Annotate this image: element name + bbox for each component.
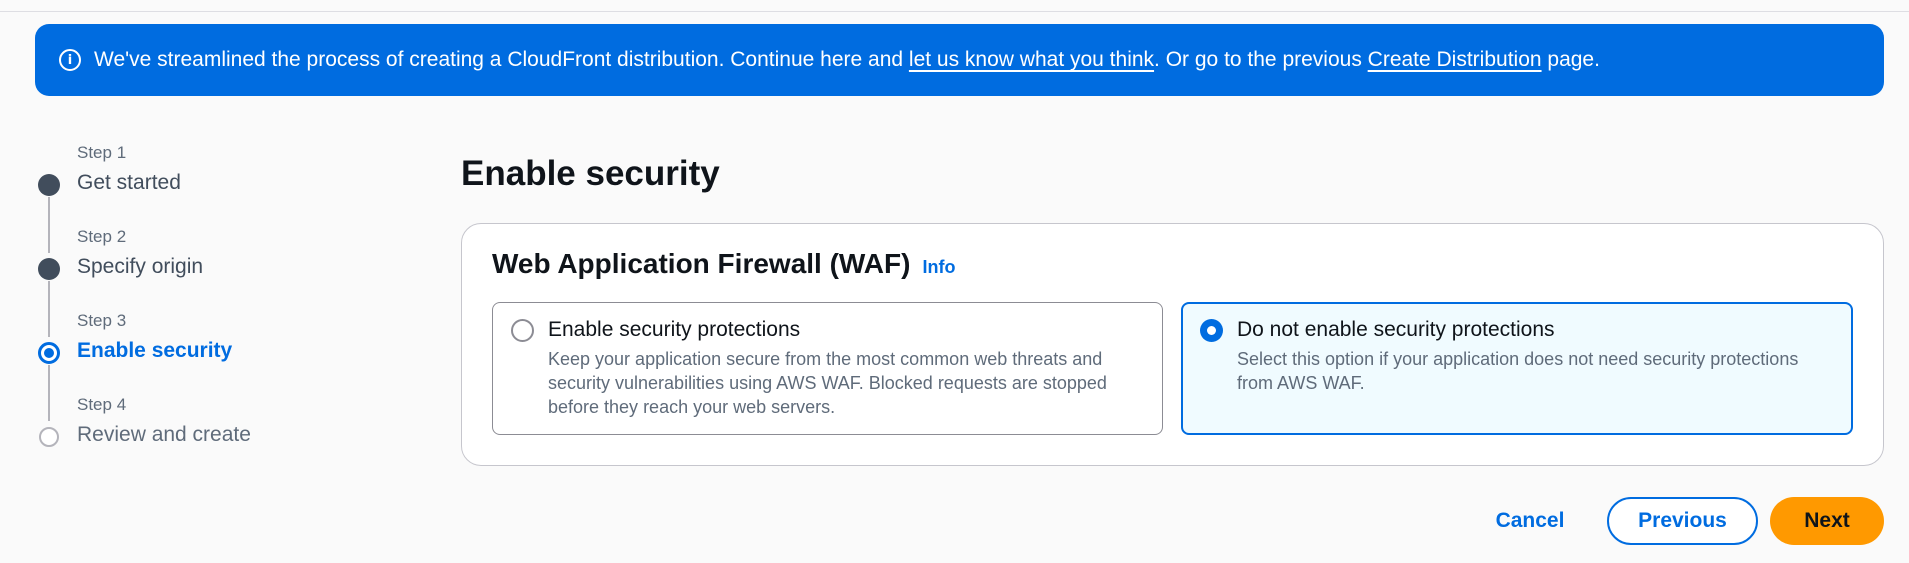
step-completed-icon	[38, 258, 60, 280]
create-distribution-link[interactable]: Create Distribution	[1368, 48, 1542, 72]
cancel-button[interactable]: Cancel	[1480, 497, 1580, 545]
tile-description: Keep your application secure from the mo…	[548, 349, 1107, 417]
info-circle-icon: i	[59, 49, 81, 71]
step-label[interactable]: Specify origin	[77, 255, 203, 279]
banner-text-before: We've streamlined the process of creatin…	[94, 48, 909, 71]
step-label: Enable security	[77, 339, 233, 362]
step-1[interactable]: Step 1 Get started	[37, 140, 367, 253]
info-link[interactable]: Info	[922, 257, 955, 278]
info-banner: i We've streamlined the process of creat…	[35, 24, 1884, 96]
tile-title: Do not enable security protections	[1237, 318, 1555, 341]
step-label[interactable]: Get started	[77, 171, 181, 195]
page-title: Enable security	[461, 154, 720, 193]
tile-description: Select this option if your application d…	[1237, 349, 1799, 393]
disable-protections-radio[interactable]	[1200, 319, 1223, 342]
enable-protections-tile[interactable]: Enable security protections Keep your ap…	[492, 302, 1163, 435]
disable-protections-tile[interactable]: Do not enable security protections Selec…	[1181, 302, 1853, 435]
wizard-steps: Step 1 Get started Step 2 Specify origin…	[37, 140, 367, 476]
top-divider	[0, 11, 1909, 12]
tile-title: Enable security protections	[548, 318, 801, 341]
waf-header: Web Application Firewall (WAF) Info	[492, 248, 955, 280]
step-caption: Step 1	[77, 143, 127, 162]
step-completed-icon	[38, 174, 60, 196]
step-caption: Step 4	[77, 395, 127, 414]
step-pending-icon	[39, 427, 59, 447]
enable-protections-radio[interactable]	[511, 319, 534, 342]
banner-text-middle: . Or go to the previous	[1154, 48, 1368, 71]
step-3: Step 3 Enable security	[37, 308, 367, 421]
step-4: Step 4 Review and create	[37, 392, 367, 476]
waf-title: Web Application Firewall (WAF)	[492, 248, 911, 279]
banner-text-after: page.	[1541, 48, 1600, 71]
step-caption: Step 2	[77, 227, 127, 246]
next-button[interactable]: Next	[1770, 497, 1884, 545]
waf-container: Web Application Firewall (WAF) Info Enab…	[461, 223, 1884, 466]
previous-button[interactable]: Previous	[1607, 497, 1758, 545]
step-label: Review and create	[77, 423, 251, 446]
step-active-icon	[38, 342, 60, 364]
step-2[interactable]: Step 2 Specify origin	[37, 224, 367, 337]
feedback-link[interactable]: let us know what you think	[909, 48, 1154, 72]
step-caption: Step 3	[77, 311, 127, 330]
